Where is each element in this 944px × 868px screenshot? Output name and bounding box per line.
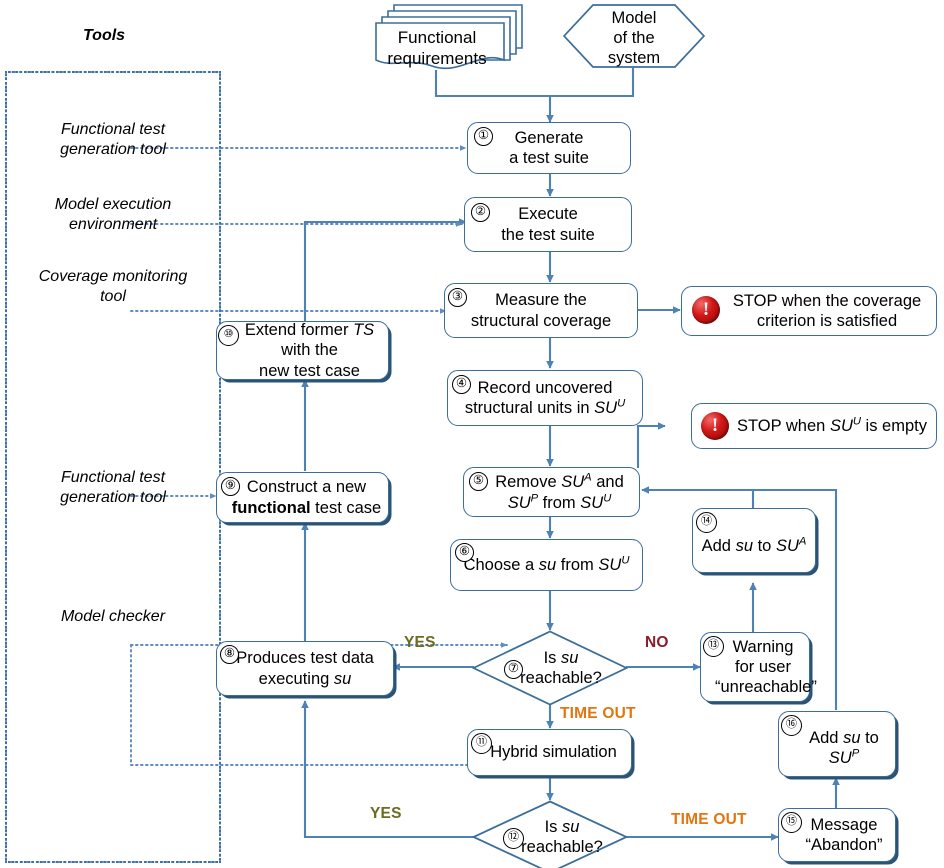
tool-label-line: Model execution xyxy=(54,196,172,213)
node-8-number: ⑧ xyxy=(220,645,239,664)
node-9-number: ⑨ xyxy=(221,477,240,496)
tool-functional-test-gen-1: Functional test generation tool xyxy=(18,120,208,160)
tools-heading: Tools xyxy=(83,27,126,44)
label-timeout-7: TIME OUT xyxy=(560,705,636,722)
node-16-number: ⑯ xyxy=(781,715,802,736)
tool-label-line: generation tool xyxy=(60,489,166,506)
tool-label-line: Functional test xyxy=(60,121,166,138)
node-4-number: ④ xyxy=(452,375,471,394)
model-line: Model xyxy=(611,9,657,27)
node-5-text: Remove SUA and SUP from SUU xyxy=(495,471,624,512)
node-2-text: Execute the test suite xyxy=(501,205,595,244)
tool-label-line: Model checker xyxy=(60,608,166,625)
label-timeout-12: TIME OUT xyxy=(671,811,747,828)
tool-label-line: tool xyxy=(100,288,126,305)
tools-panel xyxy=(5,71,221,863)
tool-label-line: generation tool xyxy=(60,141,166,158)
model-line: system xyxy=(607,49,661,68)
node-11-text: Hybrid simulation xyxy=(490,743,617,762)
node-9-construct-functional-test-case[interactable]: Construct a new functional test case xyxy=(216,472,389,523)
node-6-choose-su[interactable]: Choose a su from SUU xyxy=(450,539,643,591)
node-5-remove-su[interactable]: Remove SUA and SUP from SUU xyxy=(463,467,640,517)
tool-label-line: Coverage monitoring xyxy=(38,268,188,285)
node-8-produces-test-data[interactable]: Produces test data executing su xyxy=(216,641,394,696)
stop-alert-icon xyxy=(692,296,720,324)
stop-empty-text: STOP when SUU is empty xyxy=(736,415,927,436)
requirements-line: Functional xyxy=(397,28,477,47)
node-1-text: Generate a test suite xyxy=(509,128,589,167)
tool-label-line: environment xyxy=(68,216,158,233)
node-8-text: Produces test data executing su xyxy=(236,649,374,688)
model-of-system-hexagon: Model of the system xyxy=(562,4,706,68)
node-12-number: ⑫ xyxy=(503,828,524,849)
node-7-is-su-reachable[interactable]: Is su reachable? xyxy=(472,630,628,706)
node-6-text: Choose a su from SUU xyxy=(463,554,630,575)
node-11-number: ⑪ xyxy=(471,733,492,754)
node-5-number: ⑤ xyxy=(469,472,488,491)
functional-requirements-docs: Functional requirements xyxy=(370,2,530,74)
node-10-extend-former-ts[interactable]: Extend former TS with the new test case xyxy=(216,321,389,380)
node-1-number: ① xyxy=(474,127,493,146)
node-4-record-uncovered-units[interactable]: Record uncovered structural units in SUU xyxy=(447,370,643,426)
node-14-number: ⑭ xyxy=(696,512,717,533)
node-15-number: ⑮ xyxy=(781,812,802,833)
tool-model-checker: Model checker xyxy=(18,607,208,627)
node-13-number: ⑬ xyxy=(703,636,724,657)
label-no-7: NO xyxy=(645,634,669,651)
node-4-text: Record uncovered structural units in SUU xyxy=(464,378,626,418)
tool-functional-test-gen-2: Functional test generation tool xyxy=(18,468,208,508)
tool-model-execution-env: Model execution environment xyxy=(18,195,208,235)
tool-coverage-monitoring: Coverage monitoring tool xyxy=(10,267,216,307)
node-3-text: Measure the structural coverage xyxy=(470,291,612,330)
node-7-number: ⑦ xyxy=(504,660,523,679)
node-9-text: Construct a new functional test case xyxy=(231,478,382,517)
flowchart-canvas: Tools Functional test generation tool Mo… xyxy=(0,0,944,868)
model-line: of the xyxy=(613,29,655,48)
label-yes-12: YES xyxy=(370,805,402,822)
tool-label-line: Functional test xyxy=(60,469,166,486)
node-2-number: ② xyxy=(471,203,490,222)
node-10-text: Extend former TS with the new test case xyxy=(244,321,375,380)
stop-alert-icon xyxy=(701,412,729,440)
requirements-line: requirements xyxy=(387,48,487,68)
node-10-number: ⑩ xyxy=(218,325,239,346)
node-6-number: ⑥ xyxy=(455,543,474,562)
label-yes-7: YES xyxy=(404,634,436,651)
node-3-measure-coverage[interactable]: Measure the structural coverage xyxy=(444,283,638,338)
node-3-number: ③ xyxy=(448,288,467,307)
stop-coverage-text: STOP when the coverage criterion is satis… xyxy=(732,291,922,330)
node-12-is-su-reachable[interactable]: Is su reachable? xyxy=(472,800,628,868)
